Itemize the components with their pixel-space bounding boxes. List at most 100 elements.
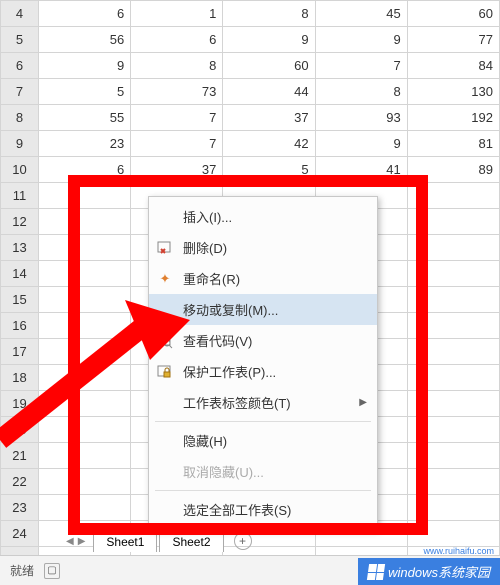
cell[interactable]: 8 — [223, 1, 315, 27]
cell[interactable]: 60 — [407, 1, 499, 27]
row-header[interactable]: 7 — [1, 79, 39, 105]
cell[interactable]: 37 — [131, 157, 223, 183]
cell[interactable]: 5 — [39, 79, 131, 105]
menu-move-copy[interactable]: 移动或复制(M)... — [149, 294, 377, 325]
cell[interactable] — [407, 365, 499, 391]
cell[interactable]: 77 — [407, 27, 499, 53]
row-header[interactable]: 15 — [1, 287, 39, 313]
cell[interactable] — [39, 183, 131, 209]
cell[interactable]: 7 — [131, 131, 223, 157]
cell[interactable] — [407, 521, 499, 547]
cell[interactable] — [407, 495, 499, 521]
cell[interactable]: 60 — [223, 53, 315, 79]
cell[interactable]: 9 — [39, 53, 131, 79]
cell[interactable] — [407, 417, 499, 443]
cell[interactable]: 1 — [131, 1, 223, 27]
cell[interactable] — [407, 183, 499, 209]
menu-insert[interactable]: 插入(I)... — [149, 201, 377, 232]
new-sheet-button[interactable]: + — [234, 532, 252, 550]
row-header[interactable]: 19 — [1, 391, 39, 417]
cell[interactable]: 89 — [407, 157, 499, 183]
row-header[interactable]: 5 — [1, 27, 39, 53]
cell[interactable]: 9 — [315, 131, 407, 157]
cell[interactable]: 44 — [223, 79, 315, 105]
cell[interactable]: 93 — [315, 105, 407, 131]
cell[interactable]: 6 — [39, 1, 131, 27]
cell[interactable] — [407, 235, 499, 261]
cell[interactable] — [39, 339, 131, 365]
cell[interactable]: 9 — [223, 27, 315, 53]
sheet-tab-1[interactable]: Sheet1 — [93, 531, 157, 552]
row-header[interactable]: 8 — [1, 105, 39, 131]
menu-select-all[interactable]: 选定全部工作表(S) — [149, 494, 377, 525]
row-header[interactable]: 16 — [1, 313, 39, 339]
row-header[interactable]: 9 — [1, 131, 39, 157]
menu-rename[interactable]: ✦ 重命名(R) — [149, 263, 377, 294]
cell[interactable] — [407, 209, 499, 235]
row-header[interactable]: 10 — [1, 157, 39, 183]
cell[interactable]: 9 — [315, 27, 407, 53]
cell[interactable] — [39, 287, 131, 313]
cell[interactable]: 55 — [39, 105, 131, 131]
cell[interactable] — [407, 339, 499, 365]
cell[interactable] — [39, 235, 131, 261]
cell[interactable]: 6 — [131, 27, 223, 53]
cell[interactable]: 56 — [39, 27, 131, 53]
cell[interactable] — [39, 313, 131, 339]
row-header[interactable]: 12 — [1, 209, 39, 235]
menu-separator — [155, 421, 371, 422]
row-header[interactable]: 17 — [1, 339, 39, 365]
cell[interactable] — [39, 209, 131, 235]
cell[interactable]: 84 — [407, 53, 499, 79]
sheet-tab-2[interactable]: Sheet2 — [159, 531, 223, 552]
menu-hide[interactable]: 隐藏(H) — [149, 425, 377, 456]
cell[interactable]: 23 — [39, 131, 131, 157]
cell[interactable]: 5 — [223, 157, 315, 183]
menu-view-code[interactable]: 查看代码(V) — [149, 325, 377, 356]
menu-tab-color[interactable]: 工作表标签颜色(T) ▶ — [149, 387, 377, 418]
cell[interactable] — [39, 469, 131, 495]
cell[interactable]: 6 — [39, 157, 131, 183]
tab-nav-next-icon[interactable]: ▶ — [78, 536, 86, 547]
row-header[interactable]: 14 — [1, 261, 39, 287]
cell[interactable] — [39, 495, 131, 521]
row-header[interactable]: 22 — [1, 469, 39, 495]
cell[interactable]: 192 — [407, 105, 499, 131]
cell[interactable] — [407, 287, 499, 313]
row-header[interactable]: 23 — [1, 495, 39, 521]
cell[interactable]: 81 — [407, 131, 499, 157]
cell[interactable] — [407, 261, 499, 287]
row-header[interactable]: 18 — [1, 365, 39, 391]
cell[interactable]: 42 — [223, 131, 315, 157]
cell[interactable] — [407, 391, 499, 417]
cell[interactable] — [407, 443, 499, 469]
cell[interactable] — [39, 391, 131, 417]
cell[interactable] — [407, 469, 499, 495]
cell[interactable]: 8 — [131, 53, 223, 79]
cell[interactable]: 37 — [223, 105, 315, 131]
tab-nav-prev-icon[interactable]: ◀ — [66, 536, 74, 547]
row-header[interactable]: 24 — [1, 521, 39, 547]
macro-record-icon[interactable]: ▢ — [44, 563, 60, 579]
cell[interactable] — [39, 365, 131, 391]
cell[interactable]: 7 — [131, 105, 223, 131]
row-header[interactable]: 6 — [1, 53, 39, 79]
cell[interactable]: 41 — [315, 157, 407, 183]
cell[interactable] — [407, 313, 499, 339]
tab-nav[interactable]: ◀ ▶ — [60, 536, 91, 547]
cell[interactable]: 7 — [315, 53, 407, 79]
row-header[interactable]: 4 — [1, 1, 39, 27]
menu-protect[interactable]: 保护工作表(P)... — [149, 356, 377, 387]
row-header[interactable]: 11 — [1, 183, 39, 209]
row-header[interactable]: 20 — [1, 417, 39, 443]
row-header[interactable]: 13 — [1, 235, 39, 261]
cell[interactable] — [39, 417, 131, 443]
cell[interactable]: 73 — [131, 79, 223, 105]
row-header[interactable]: 21 — [1, 443, 39, 469]
cell[interactable]: 45 — [315, 1, 407, 27]
cell[interactable] — [39, 261, 131, 287]
cell[interactable] — [39, 443, 131, 469]
cell[interactable]: 130 — [407, 79, 499, 105]
menu-delete[interactable]: 删除(D) — [149, 232, 377, 263]
cell[interactable]: 8 — [315, 79, 407, 105]
